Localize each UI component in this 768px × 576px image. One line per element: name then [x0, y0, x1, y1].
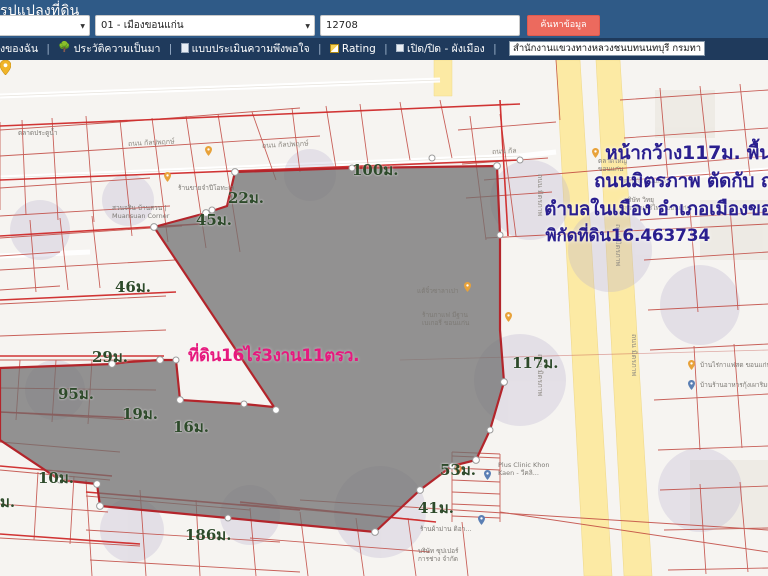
- menu-item-rating[interactable]: Rating: [329, 38, 376, 60]
- menu-divider: |: [46, 43, 50, 55]
- map-poi-pin[interactable]: [205, 146, 212, 156]
- map-vector-layer: [0, 60, 768, 576]
- menu-divider: |: [493, 43, 497, 55]
- map-poi-pin[interactable]: [688, 360, 695, 370]
- search-button[interactable]: ค้นหาข้อมูล: [527, 15, 600, 36]
- map-poi-pin[interactable]: [592, 148, 599, 158]
- map-poi-pin[interactable]: [164, 172, 171, 182]
- menu-item-satisfaction-survey[interactable]: แบบประเมินความพึงพอใจ: [180, 38, 310, 60]
- rating-icon: [329, 43, 339, 53]
- menu-tooltip: สำนักงานแขวงทางหลวงชนบทนนทบุรี กรมทา: [509, 41, 706, 56]
- map-canvas[interactable]: ถนน กัลปพฤกษ์ ถนน กัลปพฤกษ์ ถนน กัล ถนน มิต…: [0, 60, 768, 576]
- menu-item-toggle-city-plan[interactable]: เปิด/ปิด - ผังเมือง: [396, 38, 485, 60]
- map-poi-pin[interactable]: [505, 312, 512, 322]
- tree-icon: 🌳: [58, 42, 71, 53]
- square-icon: [396, 44, 405, 52]
- menu-divider: |: [168, 43, 173, 55]
- search-row: 01 - เมืองขอนแก่น 12708 ค้นหาข้อมูล: [0, 15, 768, 36]
- parcel-number-input[interactable]: 12708: [320, 15, 520, 36]
- map-poi-pin[interactable]: [484, 470, 491, 480]
- menu-divider: |: [384, 43, 388, 55]
- land-parcel-viewer: ถนน กัลปพฤกษ์ ถนน กัลปพฤกษ์ ถนน กัล ถนน มิต…: [0, 0, 768, 576]
- district-select[interactable]: 01 - เมืองขอนแก่น: [95, 15, 315, 36]
- menu-item-history[interactable]: 🌳 ประวัติความเป็นมา: [58, 38, 160, 60]
- menu-divider: |: [318, 43, 322, 55]
- menu-bar: งของฉัน | 🌳 ประวัติความเป็นมา | แบบประเมิ…: [0, 38, 768, 60]
- parcel-center-marker-icon: [0, 60, 11, 75]
- map-poi-pin[interactable]: [455, 465, 462, 475]
- top-toolbar: รูปแปลงที่ดิน 01 - เมืองขอนแก่น 12708 ค้…: [0, 0, 768, 38]
- document-icon: [180, 43, 189, 53]
- map-poi-pin[interactable]: [464, 282, 471, 292]
- menu-item-my-land[interactable]: งของฉัน: [0, 38, 38, 60]
- province-select[interactable]: [0, 15, 90, 36]
- map-poi-pin[interactable]: [478, 515, 485, 525]
- map-poi-pin[interactable]: [688, 380, 695, 390]
